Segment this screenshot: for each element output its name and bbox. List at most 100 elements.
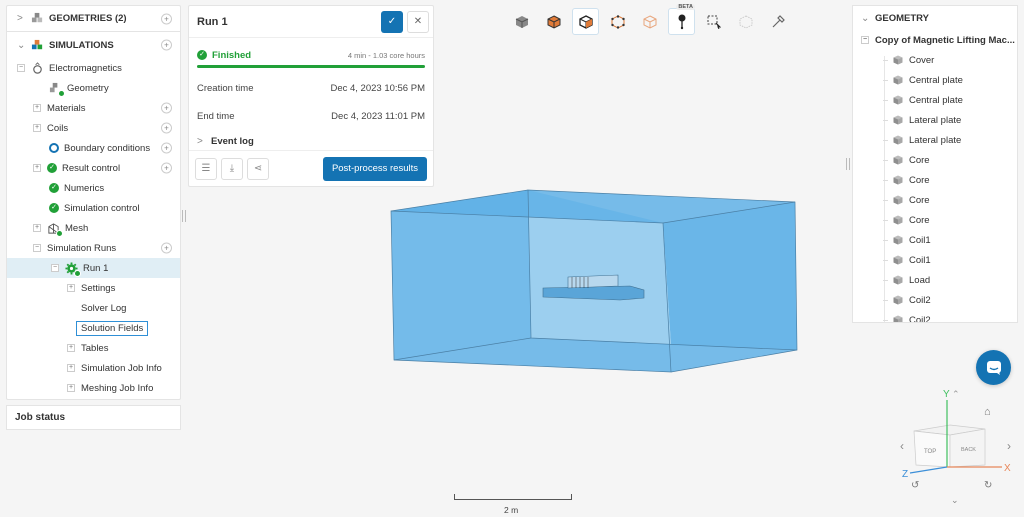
collapse-toggle[interactable]: − [861, 36, 869, 44]
download-button[interactable]: ⤓ [221, 157, 243, 180]
rotate-ccw-icon[interactable]: ↺ [911, 480, 919, 491]
share-button[interactable]: ⋖ [247, 157, 269, 180]
part-cube-icon [893, 135, 903, 145]
geometry-part-item[interactable]: Coil1 [853, 250, 1017, 270]
geometry-part-item[interactable]: Coil2 [853, 310, 1017, 322]
tree-item-solution-fields[interactable]: Solution Fields [7, 318, 180, 338]
left-panel-resize-handle[interactable] [182, 210, 186, 222]
tree-item-meshing-job-info[interactable]: + Meshing Job Info [7, 378, 180, 398]
confirm-button[interactable]: ✓ [381, 11, 403, 33]
add-run-button[interactable]: + [161, 242, 172, 254]
geometry-part-item[interactable]: Core [853, 170, 1017, 190]
hidden-parts-button[interactable] [732, 8, 759, 35]
tree-item-coils[interactable]: + Coils + [7, 118, 180, 138]
close-button[interactable]: ✕ [407, 11, 429, 33]
geometry-part-item[interactable]: Central plate [853, 70, 1017, 90]
part-label: Core [909, 214, 930, 226]
wireframe-points-button[interactable] [604, 8, 631, 35]
geometries-section[interactable]: > GEOMETRIES (2) + [7, 6, 180, 32]
solid-edges-view-button[interactable] [572, 8, 599, 35]
tree-item-simulation-control[interactable]: ✓ Simulation control [7, 198, 180, 218]
geometry-part-item[interactable]: Coil1 [853, 230, 1017, 250]
collapse-toggle[interactable]: − [17, 64, 25, 72]
simulation-tree-panel: > GEOMETRIES (2) + ⌄ SIMULATIONS + − Ele… [6, 5, 181, 400]
solid-view-button[interactable] [508, 8, 535, 35]
expand-toggle[interactable]: + [67, 364, 75, 372]
geometry-part-item[interactable]: Lateral plate [853, 130, 1017, 150]
transparent-view-button[interactable] [636, 8, 663, 35]
tree-item-settings[interactable]: + Settings [7, 278, 180, 298]
hidden-parts-icon [739, 14, 752, 29]
add-material-button[interactable]: + [161, 102, 172, 114]
tree-item-run-1[interactable]: − Run 1 [7, 258, 180, 278]
rotate-cw-icon[interactable]: ↻ [984, 480, 992, 491]
end-time-row: End time Dec 4, 2023 11:01 PM [189, 102, 433, 130]
tree-item-numerics[interactable]: ✓ Numerics [7, 178, 180, 198]
post-process-results-button[interactable]: Post-process results [322, 156, 427, 181]
expand-toggle[interactable]: + [33, 104, 41, 112]
job-status-panel[interactable]: Job status [6, 405, 181, 430]
expand-toggle[interactable]: + [67, 344, 75, 352]
add-coil-button[interactable]: + [161, 122, 172, 134]
tree-item-simulation-runs[interactable]: − Simulation Runs + [7, 238, 180, 258]
geometry-panel-header[interactable]: ⌄ GEOMETRY [853, 6, 1017, 30]
tree-item-mesh[interactable]: + Mesh [7, 218, 180, 238]
geometry-part-item[interactable]: Core [853, 150, 1017, 170]
geometry-part-item[interactable]: Central plate [853, 90, 1017, 110]
chat-support-button[interactable] [976, 350, 1011, 385]
part-label: Central plate [909, 94, 963, 106]
expand-toggle[interactable]: + [67, 284, 75, 292]
tree-item-result-control[interactable]: + ✓ Result control + [7, 158, 180, 178]
cube-back-label: BACK [961, 447, 976, 453]
tree-item-simulation-job-info[interactable]: + Simulation Job Info [7, 358, 180, 378]
chevron-down-icon[interactable]: ⌄ [17, 40, 31, 51]
measure-button[interactable] [764, 8, 791, 35]
rotate-right-arrow[interactable]: › [1007, 439, 1011, 453]
collapse-toggle[interactable]: − [33, 244, 41, 252]
view-toolbar: BETA [508, 4, 791, 36]
rotate-up-arrow[interactable]: ⌃ [952, 389, 960, 399]
geometry-root-item[interactable]: − Copy of Magnetic Lifting Mac... [853, 30, 1017, 50]
add-boundary-condition-button[interactable]: + [161, 142, 172, 154]
navigation-cube[interactable]: Y ⌃ ⌂ ‹ › TOP BACK X Z ↺ ↻ ⌄ [890, 385, 1020, 510]
geometry-part-item[interactable]: Load [853, 270, 1017, 290]
add-geometry-button[interactable]: + [161, 13, 172, 24]
tree-item-tables[interactable]: + Tables [7, 338, 180, 358]
event-log-toggle[interactable]: > Event log [189, 130, 433, 152]
expand-toggle[interactable]: + [33, 164, 41, 172]
geometry-icon [49, 82, 65, 97]
rotate-left-arrow[interactable]: ‹ [900, 439, 904, 453]
simulations-section[interactable]: ⌄ SIMULATIONS + [7, 32, 180, 58]
collapse-toggle[interactable]: − [51, 264, 59, 272]
tree-item-boundary-conditions[interactable]: Boundary conditions + [7, 138, 180, 158]
chevron-right-icon[interactable]: > [17, 13, 31, 24]
part-cube-icon [893, 195, 903, 205]
tree-item-materials[interactable]: + Materials + [7, 98, 180, 118]
rotate-down-arrow[interactable]: ⌄ [951, 495, 959, 505]
expand-toggle[interactable]: + [33, 224, 41, 232]
part-cube-icon [893, 55, 903, 65]
home-view-icon[interactable]: ⌂ [984, 406, 991, 418]
surface-edges-view-button[interactable] [540, 8, 567, 35]
list-button[interactable]: ☰ [195, 157, 217, 180]
part-label: Coil2 [909, 294, 931, 306]
tree-item-solver-log[interactable]: Solver Log [7, 298, 180, 318]
3d-viewport[interactable] [380, 180, 810, 380]
box-select-button[interactable] [700, 8, 727, 35]
expand-toggle[interactable]: + [67, 384, 75, 392]
tree-item-electromagnetics[interactable]: − Electromagnetics [7, 58, 180, 78]
part-cube-icon [893, 235, 903, 245]
tree-item-geometry[interactable]: Geometry [7, 78, 180, 98]
right-panel-resize-handle[interactable] [846, 158, 850, 170]
geometry-part-item[interactable]: Lateral plate [853, 110, 1017, 130]
geometry-part-item[interactable]: Core [853, 190, 1017, 210]
chevron-down-icon[interactable]: ⌄ [861, 13, 875, 24]
geometry-part-item[interactable]: Coil2 [853, 290, 1017, 310]
expand-toggle[interactable]: + [33, 124, 41, 132]
add-result-control-button[interactable]: + [161, 162, 172, 174]
part-cube-icon [893, 115, 903, 125]
probe-point-button[interactable]: BETA [668, 4, 695, 35]
add-simulation-button[interactable]: + [161, 39, 172, 51]
geometry-part-item[interactable]: Core [853, 210, 1017, 230]
geometry-part-item[interactable]: Cover [853, 50, 1017, 70]
